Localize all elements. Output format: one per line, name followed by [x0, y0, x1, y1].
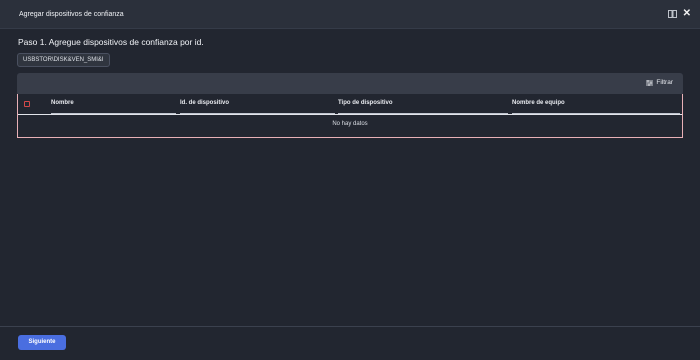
- footer-divider: [0, 326, 700, 327]
- filter-label: Filtrar: [656, 79, 673, 86]
- filter-icon: [646, 79, 654, 86]
- column-header-device-id[interactable]: Id. de dispositivo: [180, 100, 335, 114]
- empty-state-text: No hay datos: [332, 121, 368, 127]
- next-button[interactable]: Siguiente: [18, 335, 66, 350]
- column-header-device-type[interactable]: Tipo de dispositivo: [338, 100, 508, 114]
- book-icon[interactable]: [667, 10, 677, 18]
- close-icon[interactable]: ✕: [683, 9, 691, 19]
- titlebar-icons: ✕: [667, 9, 691, 19]
- table-header: Nombre Id. de dispositivo Tipo de dispos…: [18, 94, 682, 114]
- dialog-title: Agregar dispositivos de confianza: [19, 10, 124, 18]
- column-header-name[interactable]: Nombre: [51, 100, 176, 114]
- filter-button[interactable]: Filtrar: [646, 79, 673, 86]
- devices-table: Nombre Id. de dispositivo Tipo de dispos…: [17, 94, 683, 138]
- column-header-computer-name[interactable]: Nombre de equipo: [512, 100, 680, 114]
- header-divider: [18, 114, 682, 115]
- step-heading: Paso 1. Agregue dispositivos de confianz…: [18, 37, 204, 47]
- select-all-checkbox[interactable]: [24, 101, 30, 107]
- table-toolbar: Filtrar: [17, 73, 683, 94]
- device-id-chip[interactable]: USBSTOR\DISK&VEN_SMI&I: [17, 53, 110, 67]
- dialog-titlebar: Agregar dispositivos de confianza ✕: [0, 0, 700, 29]
